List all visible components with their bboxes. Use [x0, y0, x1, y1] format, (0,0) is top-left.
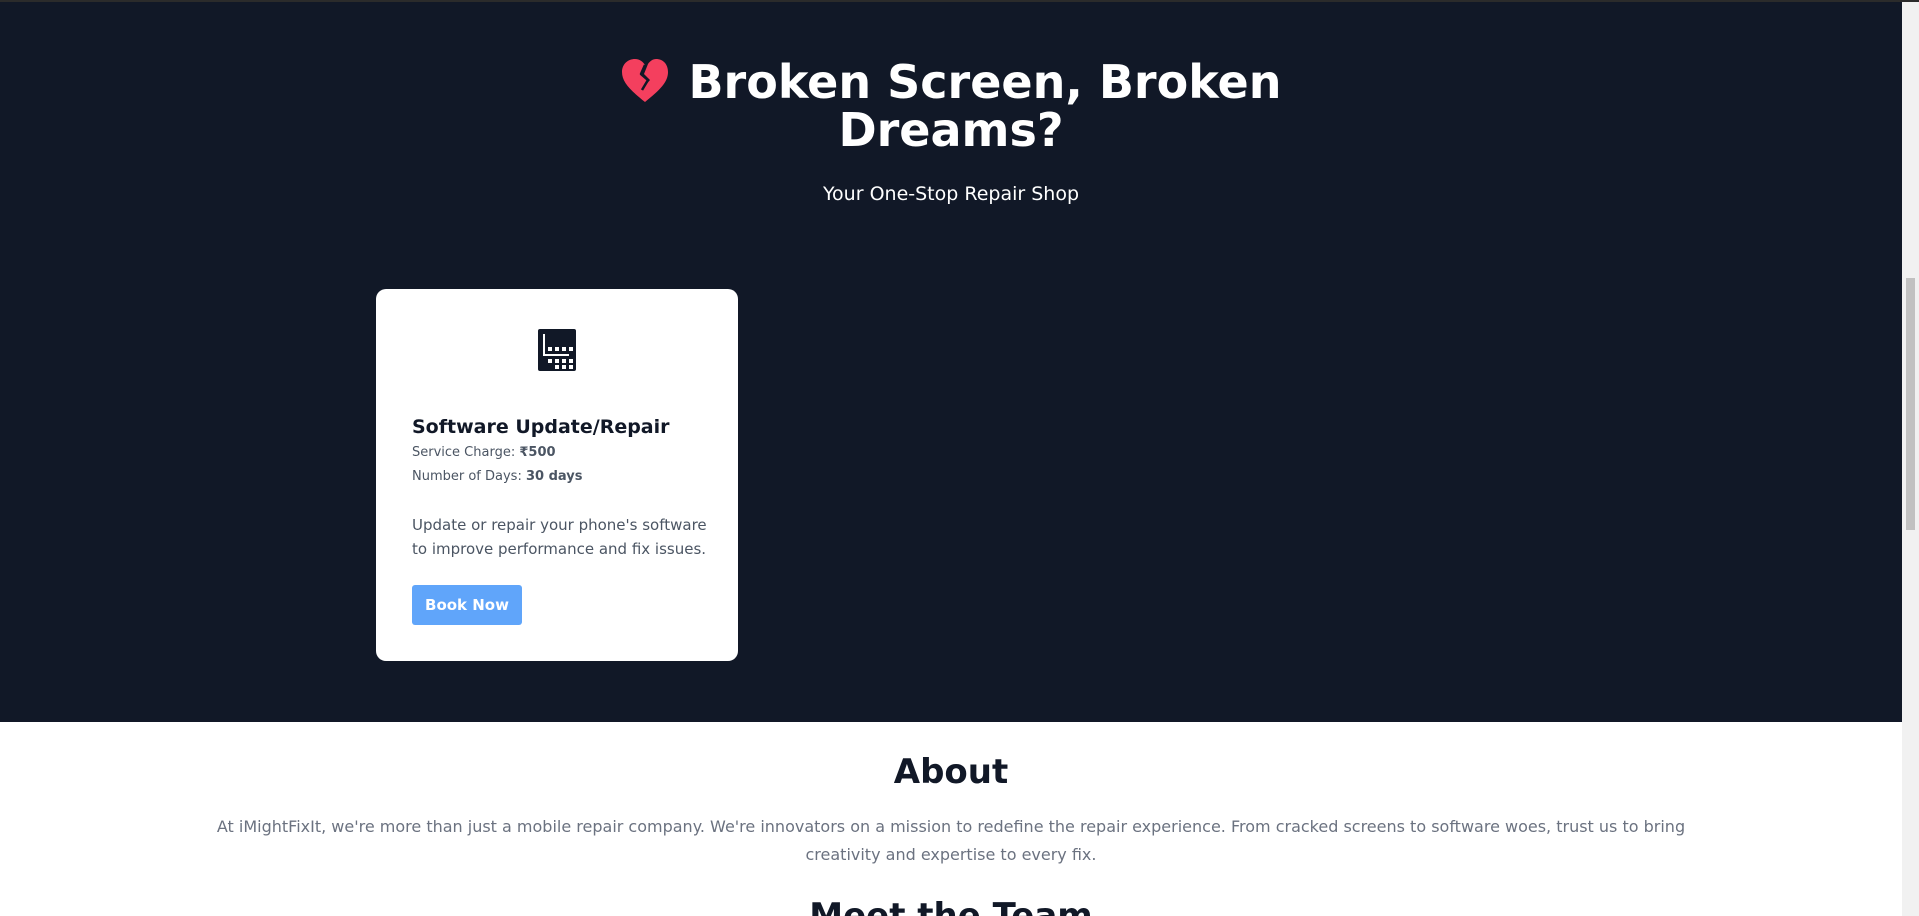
team-title: Meet the Team [809, 896, 1093, 916]
about-text: At iMightFixIt, we're more than just a m… [216, 817, 1686, 864]
service-description: Update or repair your phone's software t… [412, 516, 707, 558]
software-chip-icon [538, 329, 576, 371]
hero-title-line-1: Broken Screen, Broken [0, 58, 1902, 106]
scrollbar-thumb[interactable] [1906, 278, 1915, 530]
hero-title-line-2: Dreams? [838, 103, 1064, 157]
service-title: Software Update/Repair [412, 416, 670, 438]
service-days-label: Number of Days: [412, 469, 522, 484]
hero-subtitle: Your One-Stop Repair Shop [822, 183, 1080, 205]
page-scrollbar[interactable] [1902, 2, 1919, 916]
hero-section: Broken Screen, Broken Dreams? Your One-S… [0, 2, 1902, 722]
broken-heart-icon [622, 59, 669, 102]
book-now-button[interactable]: Book Now [412, 585, 522, 625]
hero-title-text-1: Broken Screen, Broken [688, 55, 1282, 109]
service-charge-label: Service Charge: [412, 445, 516, 460]
service-card: Software Update/Repair Service Charge: ₹… [376, 289, 738, 661]
service-charge: Service Charge: ₹500 [412, 445, 556, 460]
service-days-value: 30 days [525, 469, 583, 484]
hero-title: Broken Screen, Broken Dreams? [0, 58, 1902, 154]
service-charge-value: ₹500 [519, 445, 556, 460]
about-title: About [893, 752, 1009, 792]
service-days: Number of Days: 30 days [412, 469, 583, 484]
